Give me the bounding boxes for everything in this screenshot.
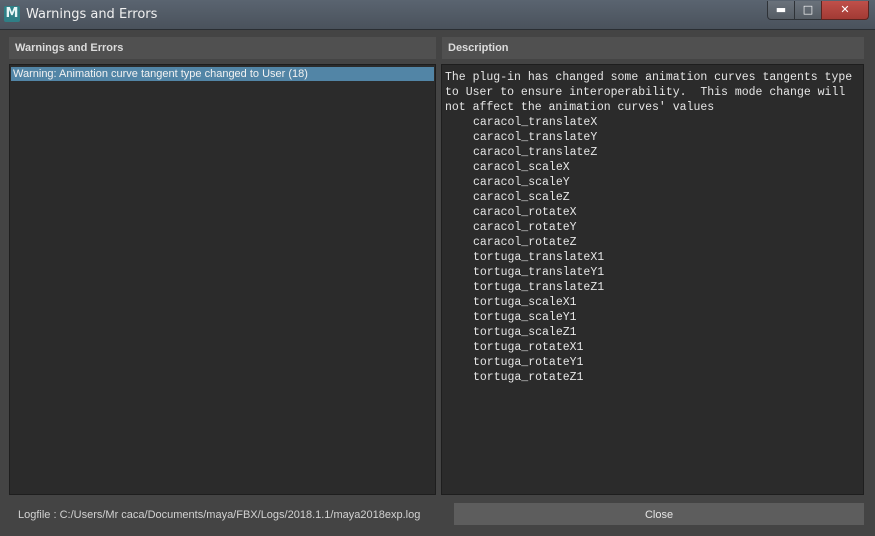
warnings-list[interactable]: Warning: Animation curve tangent type ch… xyxy=(9,64,436,495)
warnings-header: Warnings and Errors xyxy=(9,37,436,59)
curve-item: caracol_scaleX xyxy=(473,161,570,174)
curve-item: tortuga_translateY1 xyxy=(473,266,605,279)
curve-item: caracol_rotateX xyxy=(473,206,577,219)
curve-item: caracol_translateY xyxy=(473,131,598,144)
logfile-path: Logfile : C:/Users/Mr caca/Documents/may… xyxy=(18,509,421,521)
close-button[interactable]: Close xyxy=(454,503,864,525)
curve-item: caracol_rotateZ xyxy=(473,236,577,249)
title-bar[interactable]: M Warnings and Errors ▬ □ ✕ xyxy=(0,0,875,30)
curve-item: tortuga_rotateZ1 xyxy=(473,371,584,384)
curve-item: caracol_translateX xyxy=(473,116,598,129)
curve-item: caracol_translateZ xyxy=(473,146,598,159)
curve-item: tortuga_scaleX1 xyxy=(473,296,577,309)
curve-item: tortuga_scaleY1 xyxy=(473,311,577,324)
maya-app-icon: M xyxy=(4,6,20,22)
window-close-button[interactable]: ✕ xyxy=(821,1,869,20)
curve-item: caracol_rotateY xyxy=(473,221,577,234)
curve-item: tortuga_rotateX1 xyxy=(473,341,584,354)
curve-item: tortuga_scaleZ1 xyxy=(473,326,577,339)
description-panel[interactable]: The plug-in has changed some animation c… xyxy=(441,64,864,495)
curve-item: caracol_scaleZ xyxy=(473,191,570,204)
curve-list: caracol_translateX caracol_translateY ca… xyxy=(445,115,863,385)
curve-item: tortuga_rotateY1 xyxy=(473,356,584,369)
curve-item: caracol_scaleY xyxy=(473,176,570,189)
window-title: Warnings and Errors xyxy=(26,7,158,22)
curve-item: tortuga_translateX1 xyxy=(473,251,605,264)
list-item-warning[interactable]: Warning: Animation curve tangent type ch… xyxy=(11,67,434,81)
maximize-button[interactable]: □ xyxy=(794,1,822,20)
description-header: Description xyxy=(442,37,864,59)
minimize-button[interactable]: ▬ xyxy=(767,1,795,20)
curve-item: tortuga_translateZ1 xyxy=(473,281,605,294)
description-text: The plug-in has changed some animation c… xyxy=(445,71,853,114)
